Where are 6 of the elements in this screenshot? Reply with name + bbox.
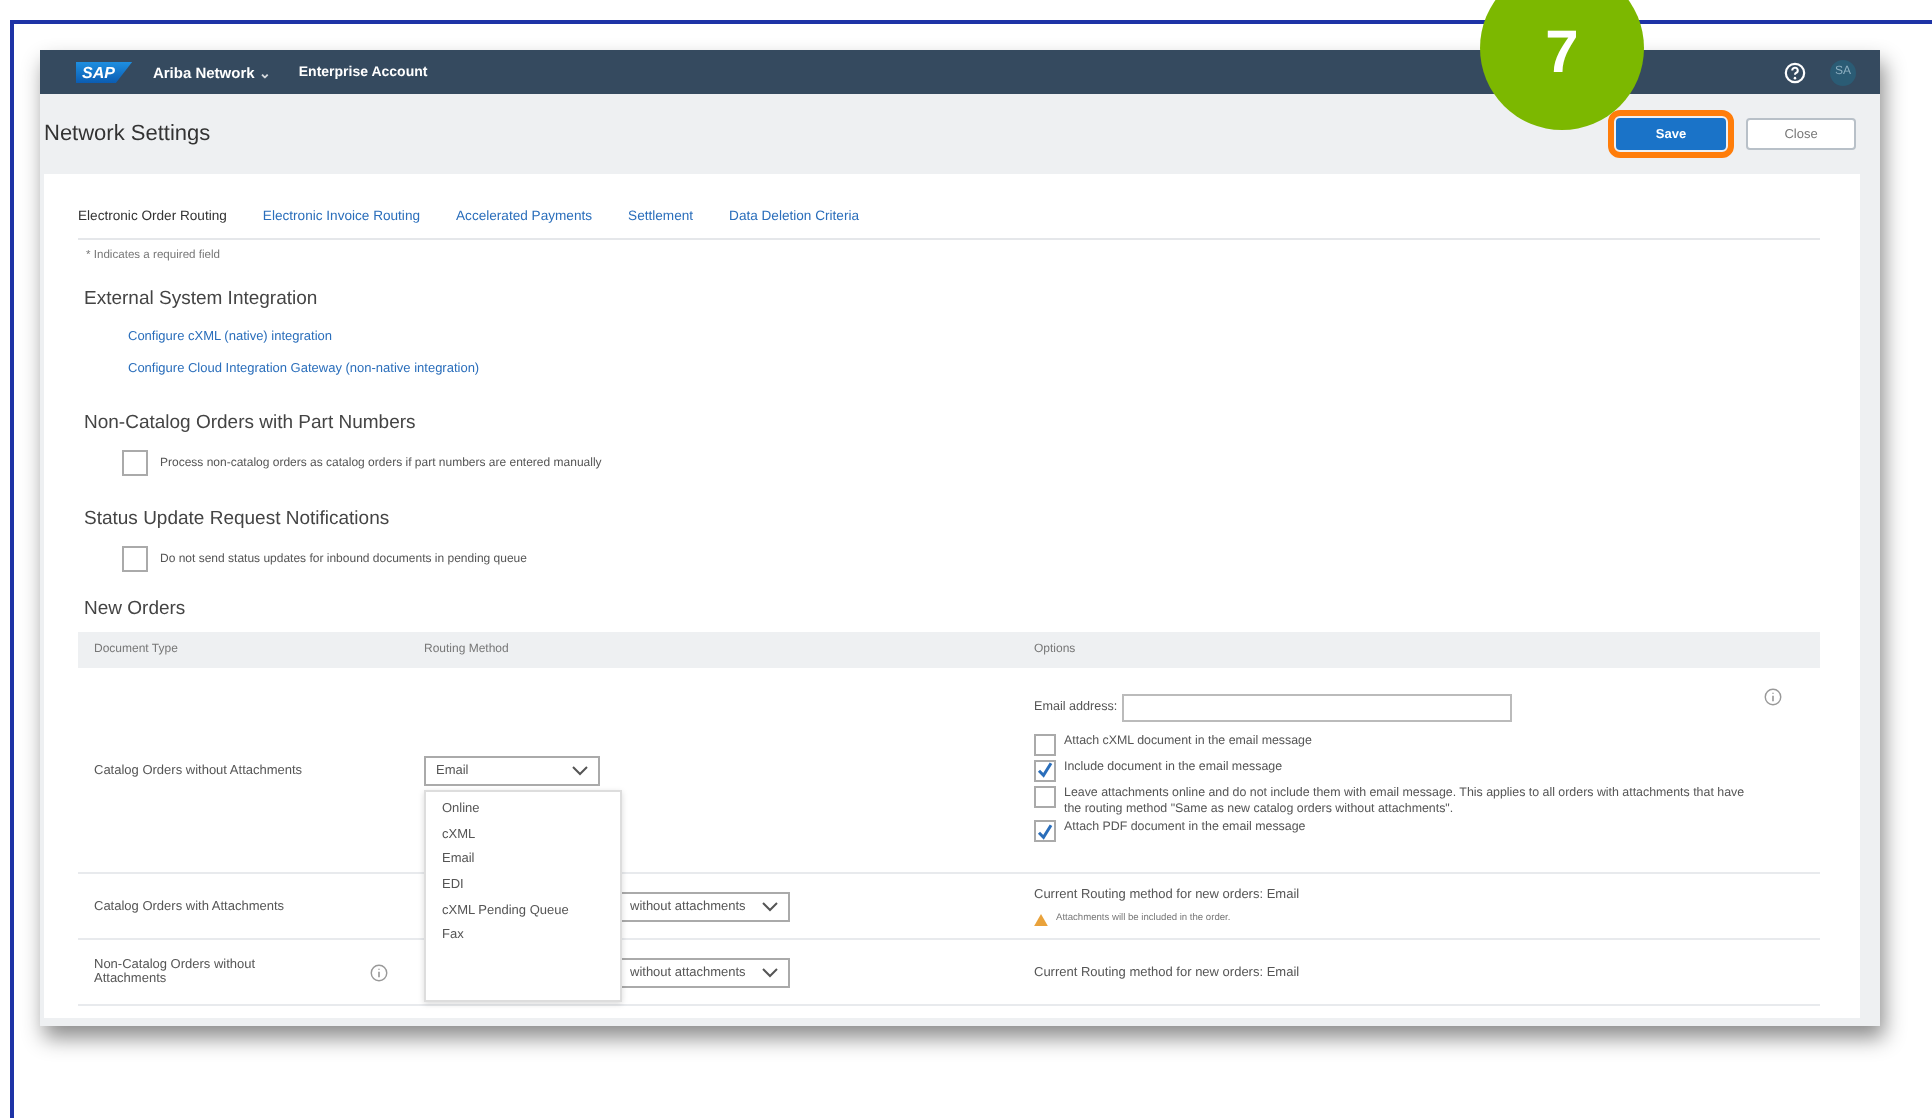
page-title: Network Settings — [44, 122, 211, 146]
section-heading: New Orders — [82, 596, 188, 624]
section-heading: Status Update Request Notifications — [82, 506, 392, 534]
sap-logo: SAP — [76, 61, 133, 83]
section-heading: External System Integration — [82, 286, 320, 314]
section-heading: Non-Catalog Orders with Part Numbers — [82, 410, 418, 438]
